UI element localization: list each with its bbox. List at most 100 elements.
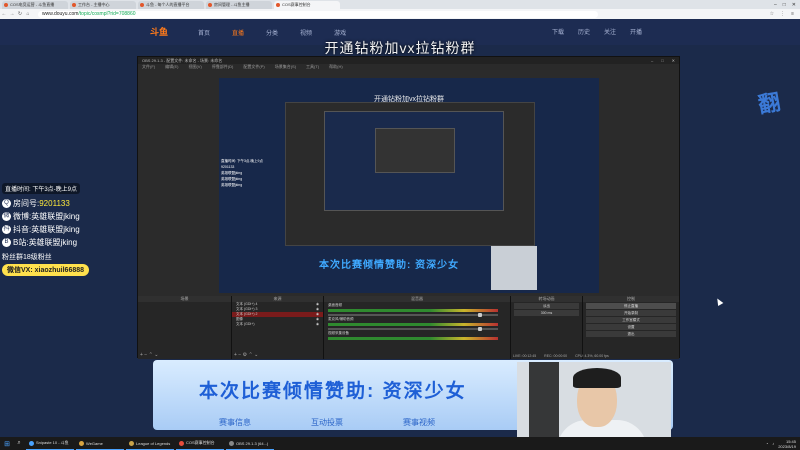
app-icon: [229, 440, 234, 446]
transition-duration[interactable]: 300 ms: [514, 310, 579, 316]
eye-icon[interactable]: ◉: [316, 322, 319, 327]
transitions-dock: 转场动画 淡出 300 ms: [511, 296, 583, 359]
info-line: 微微博: 英雄联盟jking: [2, 211, 80, 221]
header-link[interactable]: 关注: [604, 27, 616, 36]
settings-button[interactable]: 设置: [586, 324, 676, 330]
source-row[interactable]: 文本 (GDI+) ◉: [232, 322, 323, 327]
maximize-icon[interactable]: □: [661, 58, 663, 63]
tab-favicon-icon: [4, 3, 8, 7]
clock[interactable]: 15:45 2023/8/19: [778, 439, 796, 449]
obs-menu-bar: 文件(F) 编辑(E) 视图(V) 停靠部件(D) 配置文件(P) 场景集合(S…: [138, 64, 679, 70]
menu-item[interactable]: 场景集合(S): [275, 64, 296, 70]
audio-meter: [328, 337, 498, 340]
windows-start-icon[interactable]: ⊞: [0, 440, 14, 448]
address-bar: ← → ↻ ⌂ www.douyu.com/topic/cosmpl?rid=7…: [0, 9, 800, 19]
fader-knob[interactable]: [478, 313, 482, 317]
header-link[interactable]: 开播: [630, 27, 642, 36]
nav-item[interactable]: 分类: [266, 28, 278, 37]
network-icon[interactable]: ◔: [766, 441, 768, 446]
exit-button[interactable]: 退出: [586, 331, 676, 337]
search-icon[interactable]: ⌕: [14, 440, 24, 447]
obs-preview[interactable]: 开通钻粉加vx拉钻粉群 直播时间: 下午3点-晚上9点 9201133 英雄联盟…: [219, 78, 599, 293]
close-icon[interactable]: ✕: [792, 2, 796, 8]
window-controls: – □ ✕: [774, 0, 800, 9]
mixer-channel: 麦克风/辅助音频: [324, 316, 510, 331]
fan-group-label: 粉丝群18级粉丝: [2, 254, 52, 261]
taskbar-item[interactable]: Snipaste 10 - 斗鱼: [26, 438, 74, 450]
minimize-icon[interactable]: –: [651, 58, 653, 63]
site-nav: 首页 直播 分类 视频 游戏: [198, 28, 346, 37]
sponsor-text: 本次比赛倾情赞助: 资深少女: [199, 381, 467, 402]
douyin-icon: 抖: [2, 224, 11, 234]
stop-streaming-button[interactable]: 停止直播: [586, 303, 676, 309]
preview-banner: 本次比赛倾情赞助: 资深少女: [319, 260, 460, 271]
menu-item[interactable]: 编辑(E): [165, 64, 178, 70]
volume-fader[interactable]: [328, 327, 498, 331]
audio-meter: [328, 323, 498, 326]
nested-preview-core: [375, 128, 455, 173]
forward-arrow-icon[interactable]: →: [8, 11, 16, 17]
browser-tab[interactable]: 工作台 - 主播中心: [70, 1, 136, 9]
star-icon[interactable]: ☆: [770, 11, 774, 17]
reload-icon[interactable]: ↻: [16, 11, 24, 17]
volume-fader[interactable]: [328, 313, 498, 317]
obs-title-bar: OBS 29.1.3 - 配置文件: 未命名 - 场景: 未命名 – □ ✕: [138, 57, 679, 64]
tab-favicon-icon: [208, 3, 212, 7]
menu-item[interactable]: 停靠部件(D): [212, 64, 234, 70]
nav-item-active[interactable]: 直播: [232, 28, 244, 37]
browser-tab[interactable]: 房间管理 - 斗鱼主播: [206, 1, 272, 9]
dock-header: 场景: [138, 296, 231, 302]
sources-dock: 来源 文本 (GDI+) 4 ◉ 文本 (GDI+) 3 ◉ 文本 (GDI+) 2…: [232, 296, 324, 359]
url-input[interactable]: www.douyu.com/topic/cosmpl?rid=708860: [38, 10, 598, 18]
taskbar-item[interactable]: OBS 29.1.3 (64...): [226, 438, 274, 450]
info-line: Q 房间号: 9201133: [2, 197, 120, 209]
menu-icon[interactable]: ≡: [791, 11, 794, 17]
banner-tab[interactable]: 赛事视频: [403, 417, 435, 428]
volume-icon[interactable]: ♪: [772, 441, 774, 446]
nav-item[interactable]: 游戏: [334, 28, 346, 37]
browser-tab[interactable]: COS电竞运营 - 斗鱼直播: [2, 1, 68, 9]
extensions-icon[interactable]: ⋮: [780, 11, 785, 17]
header-link[interactable]: 下载: [552, 27, 564, 36]
transition-select[interactable]: 淡出: [514, 303, 579, 309]
nav-item[interactable]: 视频: [300, 28, 312, 37]
site-logo[interactable]: 斗鱼: [150, 25, 168, 38]
mixer-channel: 视频采集设备: [324, 330, 510, 344]
app-icon: [29, 440, 34, 446]
stream-title: 开通钻粉加vx拉钻粉群: [324, 40, 476, 56]
home-icon[interactable]: ⌂: [24, 11, 32, 17]
close-icon[interactable]: ✕: [672, 58, 675, 63]
audio-meter: [328, 309, 498, 312]
browser-tab[interactable]: 斗鱼 - 每个人的直播平台: [138, 1, 204, 9]
menu-item[interactable]: 视图(V): [188, 64, 201, 70]
browser-tab-active[interactable]: COS赛事控制台: [274, 1, 340, 9]
taskbar-item[interactable]: League of Legends: [126, 438, 174, 450]
mixer-channel: 桌面音频: [324, 302, 510, 317]
obs-docks: 场景 + − ⌃ ⌄ 来源 文本 (GDI+) 4 ◉ 文本 (GDI+) 3 ◉ …: [138, 296, 681, 359]
dock-footer-controls[interactable]: + − ⌃ ⌄: [140, 352, 158, 358]
menu-item[interactable]: 工具(T): [306, 64, 319, 70]
taskbar-item[interactable]: COS赛事控制台: [176, 438, 224, 450]
maximize-icon[interactable]: □: [783, 2, 786, 8]
minimize-icon[interactable]: –: [774, 2, 777, 8]
banner-tab[interactable]: 互动投票: [311, 417, 343, 428]
taskbar-item[interactable]: WeGame: [76, 438, 124, 450]
menu-item[interactable]: 配置文件(P): [243, 64, 264, 70]
nav-item[interactable]: 首页: [198, 28, 210, 37]
webcam-feed: [517, 362, 671, 442]
menu-item[interactable]: 帮助(H): [329, 64, 343, 70]
start-recording-button[interactable]: 开始录制: [586, 310, 676, 316]
banner-tab[interactable]: 赛事信息: [219, 417, 251, 428]
studio-mode-button[interactable]: 工作室模式: [586, 317, 676, 323]
tab-favicon-icon: [72, 3, 76, 7]
header-link[interactable]: 历史: [578, 27, 590, 36]
fader-knob[interactable]: [478, 327, 482, 331]
wechat-pill: 微信VX: xiaozhuil66888: [2, 264, 90, 276]
menu-item[interactable]: 文件(F): [142, 64, 155, 70]
banner-tabs: 赛事信息 互动投票 赛事视频: [219, 417, 435, 428]
dock-footer-controls[interactable]: + − ⚙ ⌃ ⌄: [234, 352, 258, 358]
nested-preview: [285, 102, 535, 246]
streamer-info-overlay: 直播时间: 下午3点-晚上9点 Q 房间号: 9201133 微微博: 英雄联盟jki…: [2, 183, 120, 276]
back-arrow-icon[interactable]: ←: [0, 11, 8, 17]
nested-preview-inner: [324, 111, 504, 211]
